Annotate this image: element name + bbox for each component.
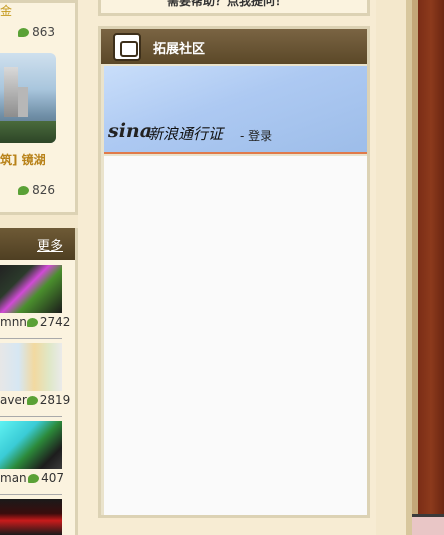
comment-count: 863: [18, 25, 55, 39]
featured-top-text[interactable]: 金: [0, 2, 12, 19]
panel-body: [104, 156, 367, 515]
comment-icon: [18, 185, 30, 195]
panel-header: 拓展社区: [101, 29, 367, 64]
wood-edge: [418, 0, 444, 535]
panel-title: 拓展社区: [153, 42, 206, 57]
featured-title[interactable]: 筑] 镜湖: [0, 151, 46, 168]
list-item[interactable]: man 407: [0, 421, 64, 485]
left-column: 金 863 筑] 镜湖 826 更多 mnn 2742 aver 2819 ma…: [0, 0, 78, 535]
comment-icon: [28, 473, 40, 483]
login-link[interactable]: - 登录: [240, 127, 272, 144]
left-list-panel: 更多 mnn 2742 aver 2819 man 407: [0, 228, 78, 535]
right-frame: [376, 0, 406, 535]
sina-logo[interactable]: sina: [108, 120, 152, 142]
list-item[interactable]: aver 2819: [0, 343, 70, 407]
left-list-header: 更多: [0, 228, 75, 260]
corner-block: [412, 514, 444, 535]
featured-card: 金 863 筑] 镜湖 826: [0, 0, 78, 215]
list-thumbnail[interactable]: [0, 421, 62, 469]
comment-count: 826: [18, 183, 55, 197]
comment-icon: [18, 27, 30, 37]
featured-thumbnail[interactable]: [0, 53, 56, 143]
community-icon: [113, 33, 141, 61]
more-link[interactable]: 更多: [37, 235, 63, 254]
sina-banner: sina 新浪通行证 - 登录: [104, 66, 367, 154]
list-item[interactable]: mnn 2742: [0, 265, 70, 329]
comment-icon: [26, 395, 38, 405]
list-thumbnail[interactable]: [0, 499, 62, 535]
list-thumbnail[interactable]: [0, 343, 62, 391]
help-link[interactable]: 需要帮助？点我提问！: [167, 0, 287, 9]
list-thumbnail[interactable]: [0, 265, 62, 313]
comment-icon: [26, 317, 38, 327]
list-item[interactable]: [0, 499, 64, 535]
community-panel: 拓展社区 sina 新浪通行证 - 登录: [98, 26, 370, 518]
sina-passport-text: 新浪通行证: [148, 125, 224, 143]
help-banner: 需要帮助？点我提问！: [98, 0, 370, 16]
